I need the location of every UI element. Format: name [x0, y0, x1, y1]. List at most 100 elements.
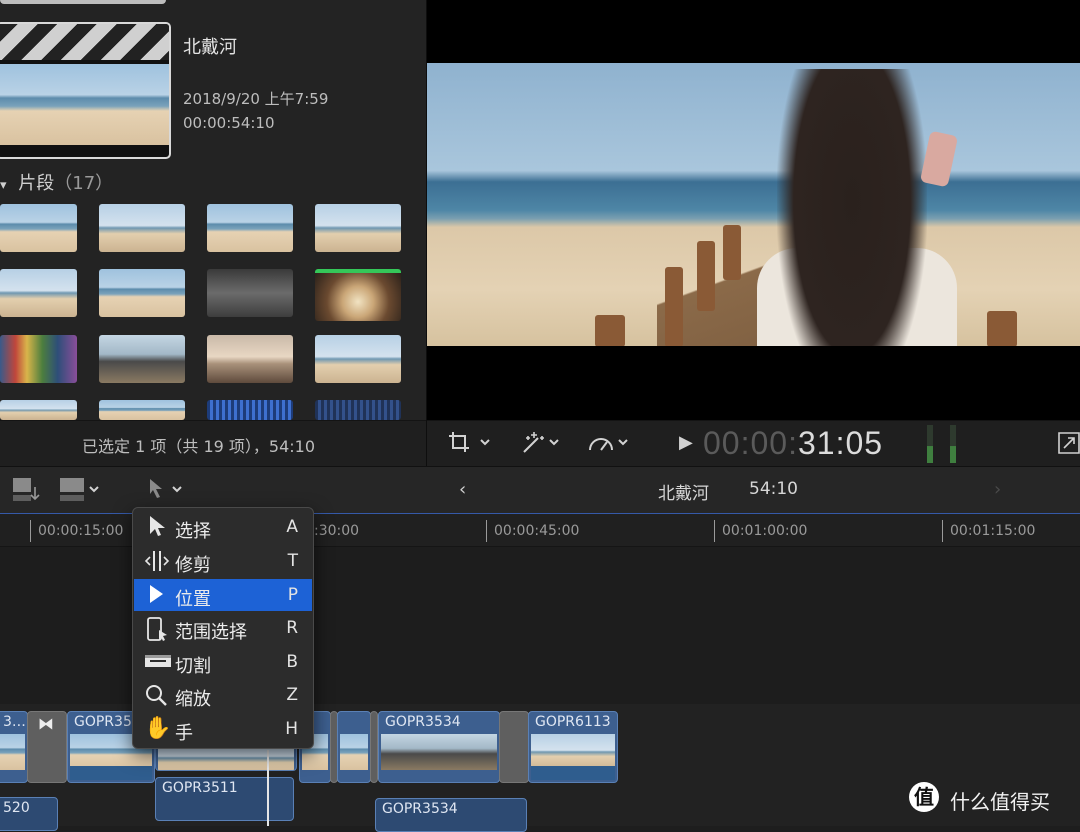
clip-audio-waveform [531, 766, 615, 780]
clip-thumbnail[interactable] [0, 335, 77, 383]
browser-status-bar: 已选定 1 项（共 19 项），54:10 [0, 420, 426, 467]
menu-item-shortcut: Z [286, 685, 298, 705]
playhead[interactable] [267, 750, 269, 826]
timeline-clip[interactable]: GOPR3534 [378, 711, 500, 783]
clip-filmstrip [531, 734, 615, 770]
clip-thumbnail[interactable] [0, 400, 77, 420]
video-frame [427, 63, 1080, 346]
wooden-post [723, 225, 741, 280]
previous-event-card[interactable] [0, 0, 166, 4]
clip-thumbnail[interactable] [315, 335, 401, 383]
viewer-toolbar: ▶ 00:00:31:05 [427, 420, 1080, 467]
menu-item-label: 选择 [175, 521, 211, 542]
transition[interactable]: ⧓ [27, 711, 67, 783]
clip-thumbnail[interactable] [207, 204, 293, 252]
menu-item-hand[interactable]: ✋ 手 H [134, 713, 312, 745]
clips-header-count: （17） [54, 173, 114, 194]
ruler-tick [942, 520, 943, 542]
clip-thumbnail[interactable] [99, 269, 185, 317]
ruler-tick [486, 520, 487, 542]
menu-item-shortcut: H [285, 719, 298, 739]
menu-item-label: 缩放 [175, 689, 211, 710]
watermark-text: 什么值得买 [950, 790, 1050, 814]
ruler-label: 00:01:00:00 [722, 523, 808, 539]
range-select-icon [144, 616, 168, 641]
menu-item-shortcut: B [286, 652, 298, 672]
wooden-post [595, 315, 625, 346]
clip-thumbnail[interactable] [315, 204, 401, 252]
selection-status: 已选定 1 项（共 19 项），54:10 [82, 437, 315, 456]
ruler-label: 00:01:15:00 [950, 523, 1036, 539]
connected-clip[interactable]: GOPR3511 [155, 777, 294, 821]
speed-gauge-icon[interactable] [587, 430, 633, 461]
transition-bowtie-icon: ⧓ [38, 714, 54, 733]
menu-item-label: 修剪 [175, 555, 211, 576]
connect-clip-icon[interactable] [10, 475, 40, 510]
menu-item-label: 范围选择 [175, 622, 247, 643]
clip-thumbnail[interactable] [0, 269, 77, 317]
event-card[interactable] [0, 22, 171, 159]
timeline-clip[interactable] [337, 711, 371, 783]
clip-thumbnail[interactable] [207, 400, 293, 420]
play-icon[interactable]: ▶ [679, 432, 693, 453]
insert-clip-menu-icon[interactable] [58, 475, 104, 510]
timeline-clip[interactable]: 3… [0, 711, 28, 783]
clip-name: GOPR3534 [385, 714, 461, 730]
clapper-icon [0, 24, 169, 60]
clip-name: GOPR6113 [535, 714, 611, 730]
ruler-tick [714, 520, 715, 542]
viewer [427, 0, 1080, 420]
clip-thumbnail[interactable] [0, 204, 77, 252]
clip-thumbnail[interactable] [99, 204, 185, 252]
menu-item-select[interactable]: 选择 A [134, 511, 312, 543]
clip-name: GOPR3534 [382, 801, 458, 817]
crop-icon[interactable] [447, 430, 491, 461]
tool-picker-icon[interactable] [146, 477, 188, 508]
timecode-lit: 31:05 [797, 425, 884, 461]
clip-thumbnail[interactable] [207, 269, 293, 317]
menu-item-blade[interactable]: 切割 B [134, 646, 312, 678]
position-icon [144, 583, 168, 607]
trim-icon [144, 549, 170, 573]
clip-thumbnail[interactable] [315, 400, 401, 420]
disclosure-triangle-icon[interactable]: ▾ [0, 178, 7, 193]
timecode-display[interactable]: 00:00:31:05 [703, 425, 883, 462]
tool-menu: 选择 A 修剪 T 位置 P 范围选择 R 切割 B 缩放 Z ✋ 手 H [132, 507, 314, 749]
timeline-clip[interactable]: GOPR6113 [528, 711, 618, 783]
clips-section-header[interactable]: ▾ 片段（17） [0, 169, 113, 195]
clip-thumbnail[interactable] [207, 335, 293, 383]
clip-thumbnail[interactable] [315, 269, 401, 321]
history-forward-icon[interactable]: › [994, 479, 1001, 500]
clip-filmstrip [340, 734, 368, 770]
clip-name: 3… [3, 714, 26, 730]
fullscreen-icon[interactable] [1057, 431, 1080, 460]
enhance-wand-icon[interactable] [520, 430, 564, 461]
project-duration: 54:10 [749, 479, 798, 499]
menu-item-position[interactable]: 位置 P [134, 579, 312, 611]
clip-thumbnail[interactable] [99, 335, 185, 383]
ruler-tick [30, 520, 31, 542]
project-name: 北戴河 [658, 484, 709, 504]
event-date: 2018/9/20 上午7:59 [183, 90, 329, 108]
history-back-icon[interactable]: ‹ [459, 479, 466, 500]
transition[interactable] [370, 711, 378, 783]
clips-header-label: 片段 [18, 173, 55, 194]
menu-item-range-select[interactable]: 范围选择 R [134, 612, 312, 644]
menu-item-trim[interactable]: 修剪 T [134, 545, 312, 577]
clip-audio-waveform [70, 766, 152, 780]
clip-thumbnail[interactable] [99, 400, 185, 420]
menu-item-shortcut: A [286, 517, 298, 537]
event-title: 北戴河 [183, 37, 237, 58]
menu-item-label: 手 [175, 723, 193, 744]
wooden-post [697, 241, 715, 311]
wooden-post [987, 311, 1017, 346]
subject-hair [777, 69, 927, 346]
connected-clip[interactable]: GOPR3534 [375, 798, 527, 832]
clip-filmstrip [381, 734, 497, 770]
event-duration: 00:00:54:10 [183, 114, 275, 132]
audio-meter-left [927, 425, 933, 463]
clip-name: 520 [3, 800, 30, 816]
menu-item-zoom[interactable]: 缩放 Z [134, 679, 312, 711]
ruler-label: 00:00:45:00 [494, 523, 580, 539]
transition[interactable] [499, 711, 529, 783]
